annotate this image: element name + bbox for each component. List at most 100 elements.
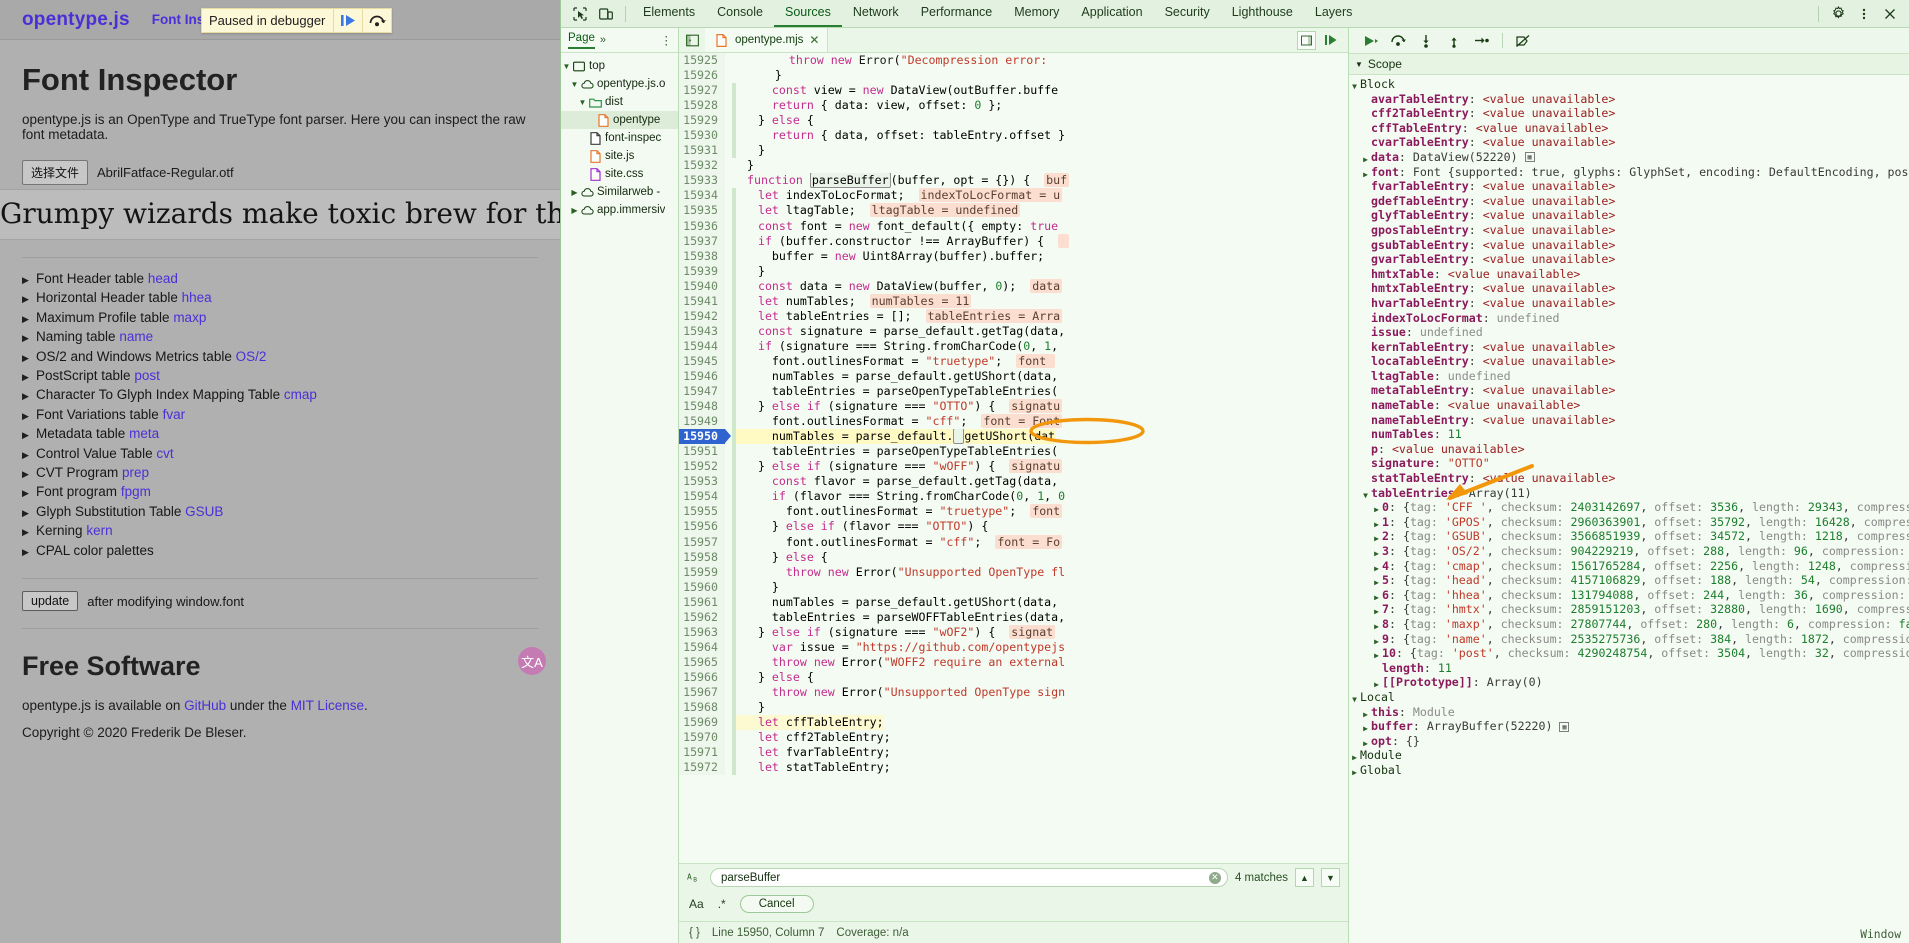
- line-number[interactable]: 15943: [679, 323, 725, 339]
- line-number[interactable]: 15930: [679, 128, 725, 144]
- code-line[interactable]: 15963 } else if (signature === "wOF2") {…: [679, 624, 1348, 640]
- tab-performance[interactable]: Performance: [910, 0, 1004, 27]
- regex-toggle[interactable]: .*: [718, 897, 726, 911]
- resume-script-icon[interactable]: [334, 9, 362, 32]
- line-number[interactable]: 15951: [679, 444, 725, 460]
- line-number[interactable]: 15947: [679, 384, 725, 400]
- inspect-element-icon[interactable]: [567, 3, 593, 25]
- font-table-tag[interactable]: name: [119, 329, 153, 344]
- tab-security[interactable]: Security: [1154, 0, 1221, 27]
- chevron-right-icon[interactable]: ▶: [1360, 165, 1371, 180]
- font-table-item[interactable]: ▶ Font Header table head: [22, 270, 538, 289]
- code-line[interactable]: 15940 const data = new DataView(buffer, …: [679, 278, 1348, 294]
- chevron-right-icon[interactable]: ▶: [1371, 602, 1382, 617]
- code-line[interactable]: 15961 numTables = parse_default.getUShor…: [679, 594, 1348, 610]
- show-debugger-sidebar-icon[interactable]: [1297, 30, 1316, 50]
- file-tree-node[interactable]: site.css: [561, 165, 678, 183]
- table-entry-row[interactable]: ▶ 7: {tag: 'hmtx', checksum: 2859151203, …: [1349, 602, 1909, 617]
- chevron-right-icon[interactable]: ▶: [1360, 719, 1371, 734]
- scope-variable-row[interactable]: hmtxTable: <value unavailable>: [1349, 267, 1909, 282]
- code-line[interactable]: 15948 } else if (signature === "OTTO") {…: [679, 399, 1348, 415]
- line-number[interactable]: 15971: [679, 745, 725, 761]
- file-tree-node[interactable]: ▼ opentype.js.o: [561, 75, 678, 93]
- table-entry-row[interactable]: ▶ 2: {tag: 'GSUB', checksum: 3566851939, …: [1349, 529, 1909, 544]
- code-line[interactable]: 15938 buffer = new Uint8Array(buffer).bu…: [679, 248, 1348, 264]
- line-number[interactable]: 15969: [679, 715, 725, 731]
- line-number[interactable]: 15938: [679, 248, 725, 264]
- line-number[interactable]: 15963: [679, 624, 725, 640]
- code-line[interactable]: 15958 } else {: [679, 549, 1348, 565]
- line-number[interactable]: 15927: [679, 83, 725, 99]
- clear-input-icon[interactable]: ✕: [1208, 871, 1221, 884]
- font-table-item[interactable]: ▶ Control Value Table cvt: [22, 445, 538, 464]
- code-line[interactable]: 15947 tableEntries = parseOpenTypeTableE…: [679, 384, 1348, 400]
- cancel-button[interactable]: Cancel: [739, 895, 814, 913]
- font-table-tag[interactable]: kern: [86, 523, 112, 538]
- font-table-item[interactable]: ▶ Horizontal Header table hhea: [22, 289, 538, 308]
- code-line[interactable]: 15933 function parseBuffer (buffer, opt = …: [679, 173, 1348, 189]
- line-number[interactable]: 15932: [679, 158, 725, 174]
- chevron-down-icon[interactable]: ▼: [577, 98, 588, 107]
- choose-file-button[interactable]: 选择文件: [22, 160, 89, 185]
- tab-memory[interactable]: Memory: [1003, 0, 1070, 27]
- scope-variable-row[interactable]: gposTableEntry: <value unavailable>: [1349, 223, 1909, 238]
- code-line[interactable]: 15928 return { data: view, offset: 0 };: [679, 98, 1348, 114]
- font-table-tag[interactable]: meta: [129, 426, 159, 441]
- line-number[interactable]: 15942: [679, 308, 725, 324]
- code-line[interactable]: 15950 numTables = parse_default. getUSho…: [679, 429, 1348, 445]
- line-number[interactable]: 15964: [679, 639, 725, 655]
- line-number[interactable]: 15958: [679, 549, 725, 565]
- scope-section-block[interactable]: ▼ Block: [1349, 77, 1909, 92]
- font-table-item[interactable]: ▶ CPAL color palettes: [22, 542, 538, 561]
- gear-icon[interactable]: [1825, 3, 1851, 25]
- scope-variable-row[interactable]: ▶ buffer: ArrayBuffer(52220) ▦: [1349, 719, 1909, 734]
- line-number[interactable]: 15953: [679, 474, 725, 490]
- editor-tab-opentype-mjs[interactable]: opentype.mjs ✕: [705, 28, 829, 52]
- search-input[interactable]: [719, 870, 1219, 885]
- code-line[interactable]: 15964 var issue = "https://github.com/op…: [679, 639, 1348, 655]
- scope-variable-row[interactable]: indexToLocFormat: undefined: [1349, 311, 1909, 326]
- tab-application[interactable]: Application: [1070, 0, 1153, 27]
- scope-variable-row[interactable]: ▼ tableEntries: Array(11): [1349, 486, 1909, 501]
- update-button[interactable]: update: [22, 591, 79, 612]
- line-number[interactable]: 15970: [679, 730, 725, 746]
- navigator-tab-page[interactable]: Page: [568, 32, 595, 49]
- scope-variable-row[interactable]: issue: undefined: [1349, 325, 1909, 340]
- code-line[interactable]: 15941 let numTables; numTables = 11: [679, 293, 1348, 309]
- chevron-right-icon[interactable]: ▶: [1371, 588, 1382, 603]
- tab-layers[interactable]: Layers: [1304, 0, 1364, 27]
- line-number[interactable]: 15950: [679, 429, 731, 445]
- chevron-right-icon[interactable]: ▶: [569, 188, 580, 197]
- file-tree-node[interactable]: ▼ dist: [561, 93, 678, 111]
- font-table-tag[interactable]: head: [148, 271, 178, 286]
- scope-header[interactable]: ▼ Scope: [1349, 54, 1909, 75]
- chevron-down-icon[interactable]: ▼: [561, 62, 572, 71]
- font-table-tag[interactable]: cmap: [284, 387, 317, 402]
- tab-network[interactable]: Network: [842, 0, 910, 27]
- step-out-of-current-function-icon[interactable]: [1441, 30, 1467, 51]
- line-number[interactable]: 15952: [679, 459, 725, 475]
- chevron-down-icon[interactable]: ▼: [569, 80, 580, 89]
- table-entry-row[interactable]: ▶ 10: {tag: 'post', checksum: 4290248754,…: [1349, 646, 1909, 661]
- chevron-down-icon[interactable]: ▼: [1349, 77, 1360, 92]
- tab-lighthouse[interactable]: Lighthouse: [1221, 0, 1304, 27]
- chevron-down-icon[interactable]: ▼: [1349, 690, 1360, 705]
- chevron-right-icon[interactable]: ▶: [1371, 544, 1382, 559]
- table-entry-row[interactable]: ▶ 0: {tag: 'CFF ', checksum: 2403142697, …: [1349, 500, 1909, 515]
- code-line[interactable]: 15944 if (signature === String.fromCharC…: [679, 338, 1348, 354]
- github-link[interactable]: GitHub: [184, 698, 226, 713]
- code-line[interactable]: 15942 let tableEntries = []; tableEntrie…: [679, 308, 1348, 324]
- scope-variable-row[interactable]: kernTableEntry: <value unavailable>: [1349, 340, 1909, 355]
- table-entry-row[interactable]: ▶ 8: {tag: 'maxp', checksum: 27807744, of…: [1349, 617, 1909, 632]
- code-line[interactable]: 15932}: [679, 158, 1348, 174]
- chevron-right-icon[interactable]: ▶: [1371, 573, 1382, 588]
- device-toolbar-icon[interactable]: [593, 3, 619, 25]
- scope-variable-row[interactable]: p: <value unavailable>: [1349, 442, 1909, 457]
- chevron-up-icon[interactable]: ▲: [1295, 868, 1314, 887]
- chevron-right-icon[interactable]: ▶: [1371, 675, 1382, 690]
- code-line[interactable]: 15956 } else if (flavor === "OTTO") {: [679, 519, 1348, 535]
- font-table-item[interactable]: ▶ PostScript table post: [22, 367, 538, 386]
- scope-variable-row[interactable]: hvarTableEntry: <value unavailable>: [1349, 296, 1909, 311]
- chevron-down-icon[interactable]: ▼: [1321, 868, 1340, 887]
- code-line[interactable]: 15931 }: [679, 143, 1348, 159]
